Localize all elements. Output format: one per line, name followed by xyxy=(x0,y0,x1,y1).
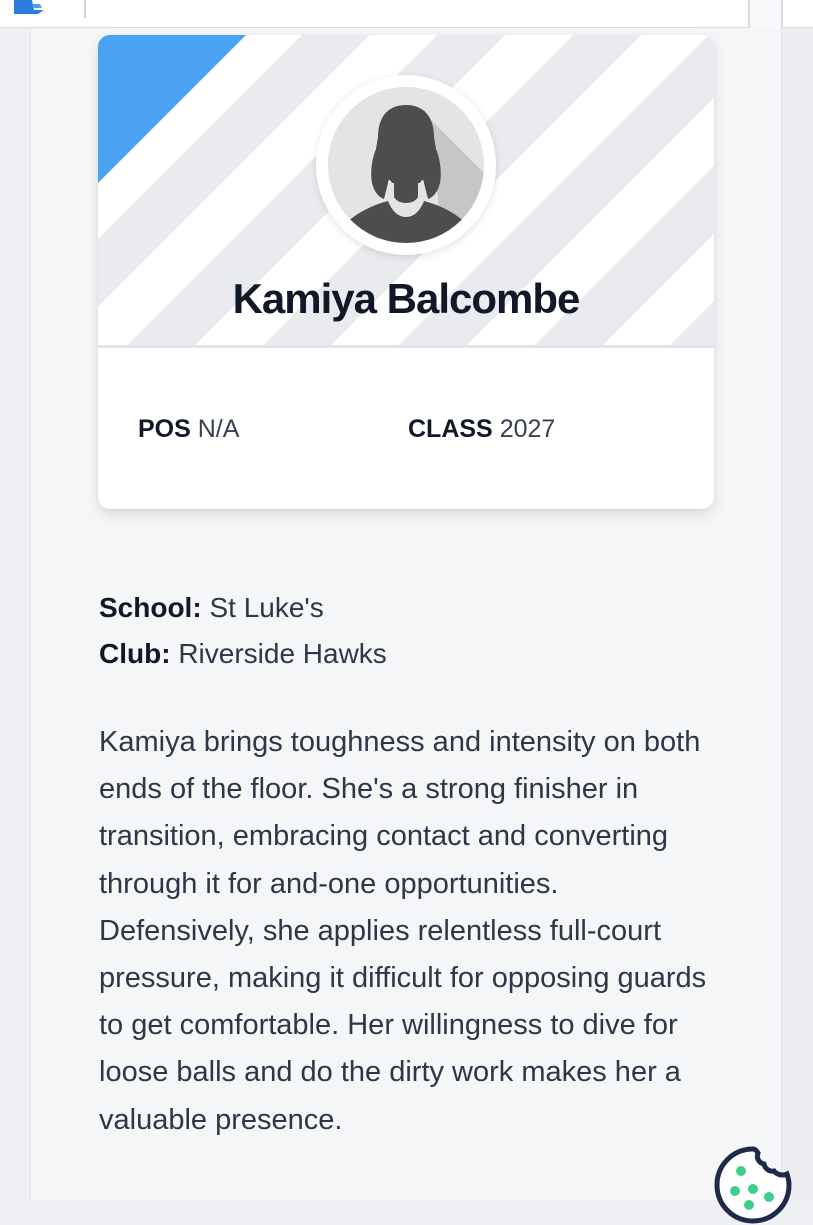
club-label: Club: xyxy=(99,638,171,669)
cookie-icon[interactable] xyxy=(713,1145,793,1225)
top-bar xyxy=(0,0,813,28)
topbar-panel xyxy=(748,0,783,28)
avatar-frame xyxy=(316,75,496,255)
class-stat: CLASS 2027 xyxy=(408,415,555,444)
class-value: 2027 xyxy=(499,415,556,443)
site-logo-icon[interactable] xyxy=(12,0,46,18)
topbar-divider xyxy=(84,0,86,18)
club-value: Riverside Hawks xyxy=(178,638,387,669)
default-avatar-silhouette-icon xyxy=(328,87,484,243)
club-info: Club: Riverside Hawks xyxy=(99,638,387,670)
position-stat: POS N/A xyxy=(138,415,239,444)
player-card: Kamiya Balcombe POS N/A CLASS 2027 xyxy=(98,35,714,509)
school-label: School: xyxy=(99,592,202,623)
position-label: POS xyxy=(138,415,191,443)
school-info: School: St Luke's xyxy=(99,592,324,624)
class-label: CLASS xyxy=(408,415,493,443)
accent-corner xyxy=(98,35,246,183)
player-bio: Kamiya brings toughness and intensity on… xyxy=(99,726,707,1136)
card-header: Kamiya Balcombe xyxy=(98,35,714,348)
header-divider xyxy=(98,345,714,348)
player-name: Kamiya Balcombe xyxy=(232,275,581,322)
position-value: N/A xyxy=(197,415,240,443)
right-gutter xyxy=(782,28,813,1200)
avatar xyxy=(328,87,484,243)
school-value: St Luke's xyxy=(209,592,324,623)
